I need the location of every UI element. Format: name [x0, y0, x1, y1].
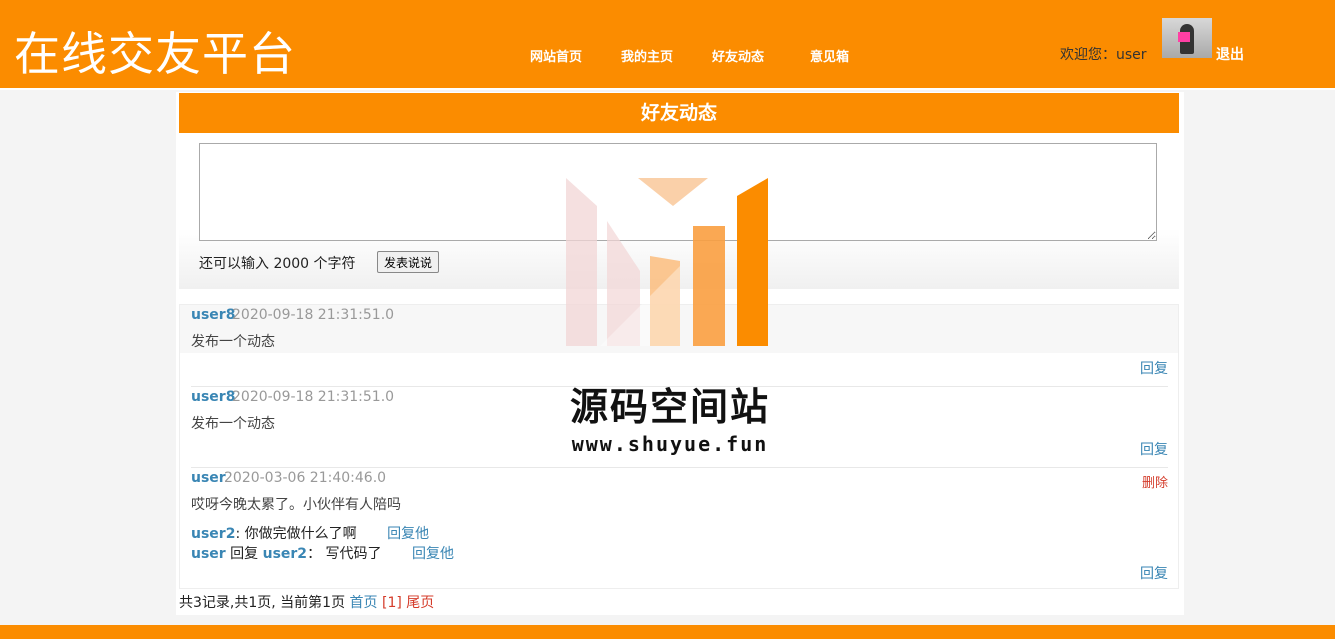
- welcome-text: 欢迎您：user: [1060, 47, 1147, 63]
- comment-sep: :: [235, 526, 245, 542]
- pager-last[interactable]: 尾页: [406, 595, 434, 611]
- feed-author[interactable]: user: [191, 470, 226, 486]
- pagination: 共3记录,共1页, 当前第1页 首页 [1] 尾页: [179, 592, 434, 612]
- reply-him-link[interactable]: 回复他: [412, 546, 454, 562]
- avatar[interactable]: [1162, 18, 1212, 58]
- comment-row: user 回复 user2： 写代码了 回复他: [191, 543, 454, 563]
- site-title: 在线交友平台: [14, 27, 296, 81]
- nav-friend-feed[interactable]: 好友动态: [712, 46, 764, 65]
- pager-current: [1]: [381, 595, 402, 611]
- main-content: 好友动态 还可以输入 2000 个字符 发表说说 user8 2020-09-1…: [176, 92, 1184, 615]
- feed-text: 发布一个动态: [191, 334, 275, 350]
- feed-item: user 2020-03-06 21:40:46.0 删除 哎呀今晚太累了。小伙…: [180, 468, 1178, 586]
- feed-item: user8 2020-09-18 21:31:51.0 发布一个动态 回复: [180, 387, 1178, 467]
- reply-link[interactable]: 回复: [1140, 439, 1168, 459]
- feed-author[interactable]: user8: [191, 389, 235, 405]
- feed-time: 2020-09-18 21:31:51.0: [232, 307, 395, 323]
- feed-text: 发布一个动态: [191, 416, 275, 432]
- page-title: 好友动态: [179, 93, 1179, 133]
- nav-my-page[interactable]: 我的主页: [621, 46, 673, 65]
- composer: 还可以输入 2000 个字符 发表说说: [179, 139, 1179, 289]
- feed-author[interactable]: user8: [191, 307, 235, 323]
- reply-link[interactable]: 回复: [1140, 358, 1168, 378]
- feed-time: 2020-09-18 21:31:51.0: [232, 389, 395, 405]
- comment-row: user2: 你做完做什么了啊 回复他: [191, 523, 429, 543]
- comment-mid: 回复: [225, 546, 263, 562]
- publish-button[interactable]: 发表说说: [377, 251, 440, 273]
- logout-link[interactable]: 退出: [1216, 44, 1244, 64]
- char-count: 还可以输入 2000 个字符: [199, 256, 356, 272]
- nav-home[interactable]: 网站首页: [530, 46, 582, 65]
- pager-summary: 共3记录,共1页, 当前第1页: [179, 595, 346, 611]
- feed-time: 2020-03-06 21:40:46.0: [224, 470, 387, 486]
- comment-text: 写代码了: [325, 546, 382, 562]
- header-divider: [0, 88, 1335, 90]
- top-header: 在线交友平台 网站首页 我的主页 好友动态 意见箱 欢迎您：user 退出: [0, 0, 1335, 88]
- avatar-bag: [1178, 32, 1190, 42]
- comment-sep: ：: [307, 546, 326, 562]
- delete-link[interactable]: 删除: [1142, 472, 1168, 491]
- feed-item: user8 2020-09-18 21:31:51.0 发布一个动态 回复: [180, 305, 1178, 385]
- reply-link[interactable]: 回复: [1140, 563, 1168, 583]
- pager-first[interactable]: 首页: [350, 595, 378, 611]
- reply-him-link[interactable]: 回复他: [387, 526, 429, 542]
- comment-user[interactable]: user: [191, 546, 226, 562]
- status-textarea[interactable]: [199, 143, 1157, 241]
- nav-feedback[interactable]: 意见箱: [810, 46, 849, 65]
- feed-list: user8 2020-09-18 21:31:51.0 发布一个动态 回复 us…: [179, 304, 1179, 589]
- comment-target[interactable]: user2: [263, 546, 307, 562]
- comment-user[interactable]: user2: [191, 526, 235, 542]
- feed-text: 哎呀今晚太累了。小伙伴有人陪吗: [191, 497, 401, 513]
- footer-bar: [0, 625, 1335, 639]
- comment-text: 你做完做什么了啊: [244, 526, 357, 542]
